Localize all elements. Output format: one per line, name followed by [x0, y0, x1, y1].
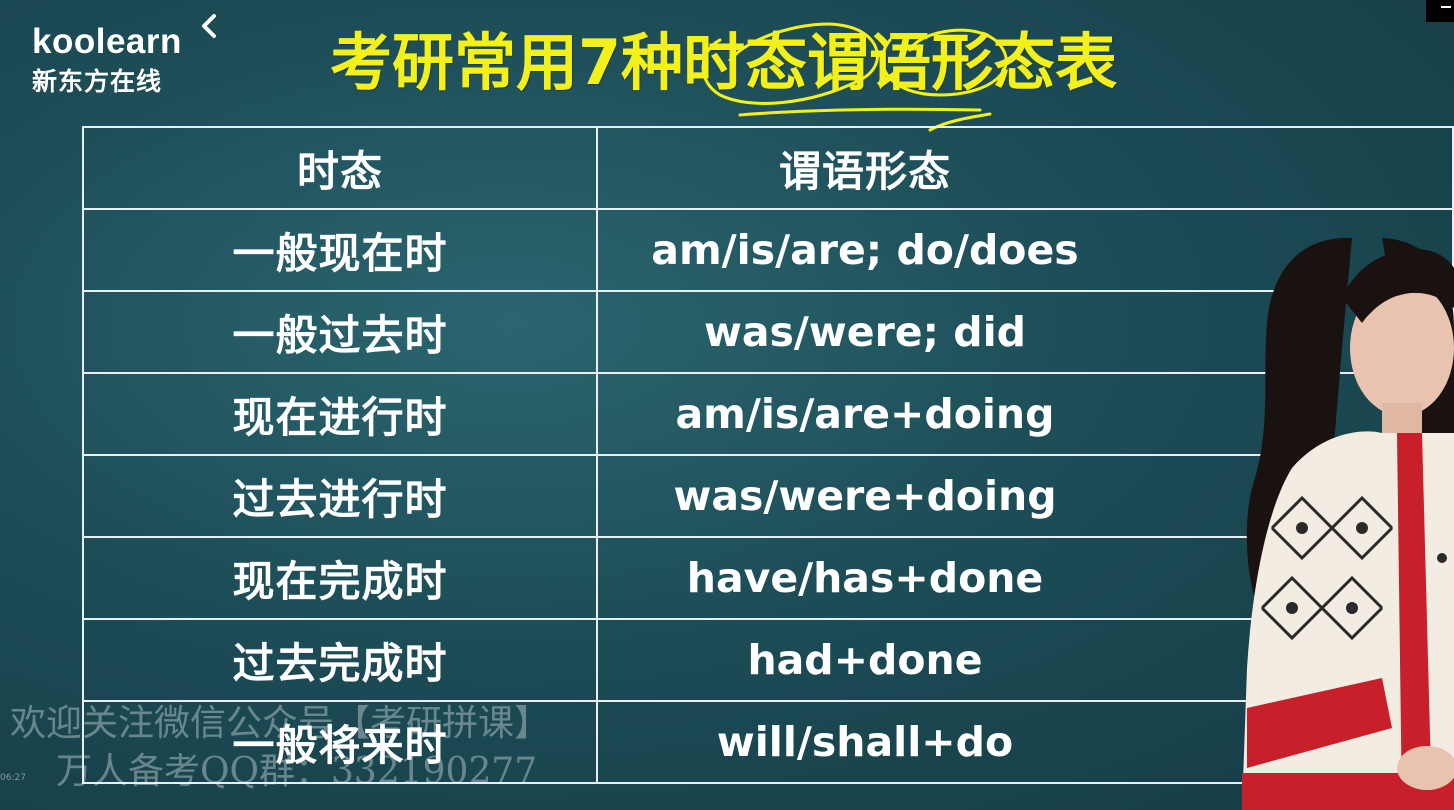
tense-cell: 过去进行时 [82, 454, 598, 538]
tense-cell: 现在进行时 [82, 372, 598, 456]
watermark-line-1: 欢迎关注微信公众号【考研拼课】 [10, 703, 551, 744]
corner-overlay [1426, 0, 1454, 22]
presenter-video [1242, 237, 1454, 810]
logo-brand-cn: 新东方在线 [32, 67, 163, 96]
header-predicate-form: 谓语形态 [596, 126, 1454, 210]
tense-cell: 一般现在时 [82, 208, 598, 292]
video-timestamp: 06:27 [0, 773, 26, 783]
tense-cell: 一般过去时 [82, 290, 598, 374]
tense-cell: 现在完成时 [82, 536, 598, 620]
handwritten-annotation [701, 22, 1008, 132]
logo-brand: koolearn [32, 22, 182, 61]
watermark: 欢迎关注微信公众号【考研拼课】 万人备考QQ群：332190277 [10, 700, 550, 796]
logo-chevron-icon [202, 14, 216, 38]
header-tense: 时态 [82, 126, 598, 210]
table-header-row: 时态 谓语形态 [82, 126, 1454, 210]
tense-cell: 过去完成时 [82, 618, 598, 702]
koolearn-logo: koolearn 新东方在线 [32, 14, 232, 98]
watermark-line-2: 万人备考QQ群：332190277 [56, 751, 538, 792]
